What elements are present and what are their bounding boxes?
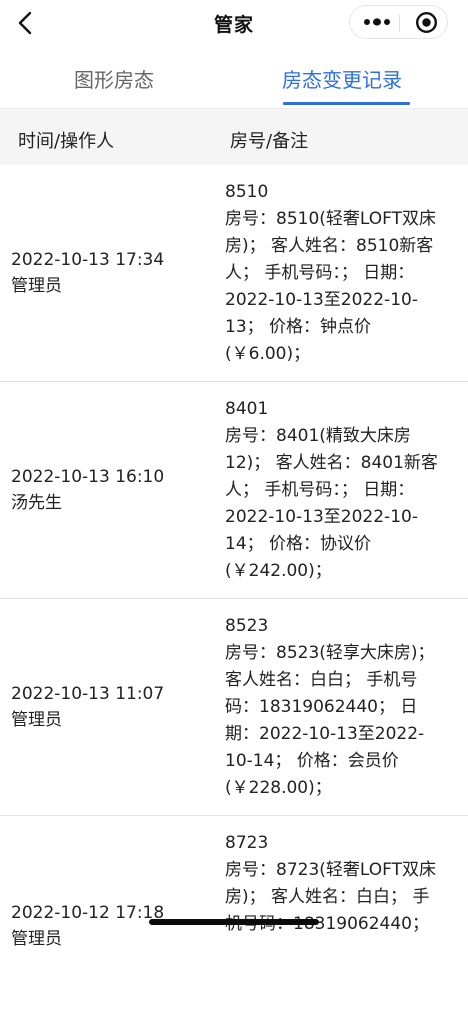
note-line: 房)； 客人姓名：白白； 手	[225, 887, 430, 907]
note-line: 人； 手机号码：； 日期：	[225, 480, 415, 500]
active-tab-indicator	[283, 102, 410, 105]
note-line: 2022-10-13至2022-10-	[225, 290, 418, 310]
table-row[interactable]: 2022-10-13 11:07 管理员 8523 房号：8523(轻享大床房)…	[0, 599, 468, 816]
row-operator: 管理员	[11, 710, 62, 730]
tab-graphic-room-status[interactable]: 图形房态	[74, 64, 154, 93]
note-line: 12)； 客人姓名：8401新客	[225, 453, 438, 473]
target-icon[interactable]	[415, 11, 438, 34]
note-line: 人； 手机号码：； 日期：	[225, 263, 415, 283]
note-line: (￥242.00)；	[225, 561, 332, 581]
table-header: 时间/操作人 房号/备注	[0, 108, 468, 165]
note-line: 8510	[225, 182, 269, 202]
row-note: 8510 房号：8510(轻奢LOFT双床 房)； 客人姓名：8510新客 人；…	[225, 179, 455, 368]
row-operator: 管理员	[11, 929, 62, 949]
nav-bar: 管家	[0, 0, 468, 46]
note-line: 10-14； 价格：会员价	[225, 751, 399, 771]
row-time: 2022-10-13 16:10	[11, 467, 165, 487]
note-line: 房号：8510(轻奢LOFT双床	[225, 209, 437, 229]
note-line: 码：18319062440； 日	[225, 697, 418, 717]
row-time-operator: 2022-10-13 17:34 管理员	[11, 165, 216, 381]
column-header-note: 房号/备注	[230, 131, 309, 152]
row-time: 2022-10-13 11:07	[11, 684, 165, 704]
table-row[interactable]: 2022-10-13 17:34 管理员 8510 房号：8510(轻奢LOFT…	[0, 165, 468, 382]
note-line: 房)； 客人姓名：8510新客	[225, 236, 434, 256]
miniprogram-capsule	[349, 5, 448, 39]
note-line: 房号：8523(轻享大床房)；	[225, 643, 435, 663]
note-line: 房号：8401(精致大床房	[225, 426, 411, 446]
note-line: 8723	[225, 833, 269, 853]
row-note: 8523 房号：8523(轻享大床房)； 客人姓名：白白； 手机号 码：1831…	[225, 613, 455, 802]
tab-bar: 图形房态 房态变更记录	[0, 46, 468, 108]
row-note: 8401 房号：8401(精致大床房 12)； 客人姓名：8401新客 人； 手…	[225, 396, 455, 585]
note-line: 8523	[225, 616, 269, 636]
note-line: 13； 价格：钟点价	[225, 317, 372, 337]
note-line: 客人姓名：白白； 手机号	[225, 670, 418, 690]
tab-room-status-log[interactable]: 房态变更记录	[282, 64, 402, 93]
row-operator: 管理员	[11, 276, 62, 296]
note-line: 期：2022-10-13至2022-	[225, 724, 425, 744]
row-time-operator: 2022-10-13 16:10 汤先生	[11, 382, 216, 598]
note-line: 8401	[225, 399, 269, 419]
note-line: (￥6.00)；	[225, 344, 311, 364]
home-indicator[interactable]	[149, 919, 319, 925]
row-time-operator: 2022-10-13 11:07 管理员	[11, 599, 216, 815]
capsule-divider	[399, 14, 400, 32]
row-time: 2022-10-13 17:34	[11, 250, 165, 270]
table-row[interactable]: 2022-10-13 16:10 汤先生 8401 房号：8401(精致大床房 …	[0, 382, 468, 599]
more-dots-icon[interactable]	[362, 15, 392, 29]
row-operator: 汤先生	[11, 493, 62, 513]
note-line: (￥228.00)；	[225, 778, 332, 798]
column-header-time: 时间/操作人	[18, 131, 115, 152]
note-line: 房号：8723(轻奢LOFT双床	[225, 860, 437, 880]
note-line: 2022-10-13至2022-10-	[225, 507, 418, 527]
note-line: 14； 价格：协议价	[225, 534, 372, 554]
